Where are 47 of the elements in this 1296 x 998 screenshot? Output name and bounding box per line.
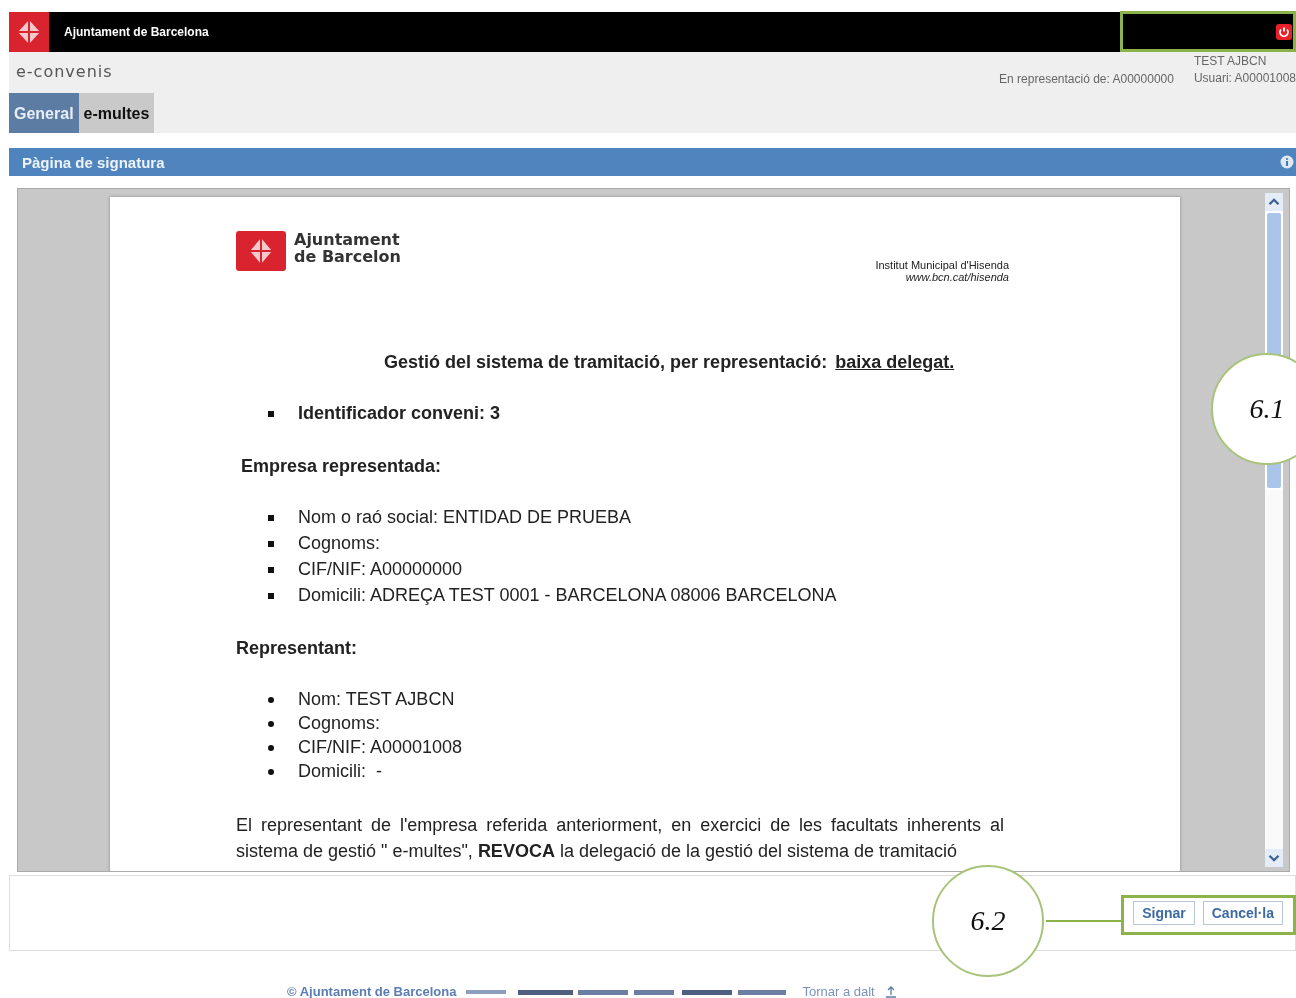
logo-text: Ajuntament — [294, 231, 401, 248]
action-button[interactable]: Cancel·la — [1202, 901, 1283, 925]
bullet-mark — [268, 540, 274, 547]
institute-url: www.bcn.cat/hisenda — [905, 271, 1009, 283]
bullet-mark — [268, 768, 274, 775]
bullet-mark — [268, 514, 274, 521]
action-button[interactable]: Signar — [1133, 901, 1195, 925]
representation-label: En representació de: A00000000 — [999, 72, 1174, 86]
section-subtitle: Representant: — [236, 638, 359, 659]
list-item: Identificador conveni: 3 — [298, 403, 501, 424]
heading-underlined-text: baixa delegat. — [835, 352, 955, 373]
site-title: Ajuntament de Barcelona — [64, 25, 210, 39]
city-shield-logo — [236, 231, 286, 271]
list-item: Nom: TEST AJBCN — [298, 689, 455, 710]
section-title: Pàgina de signatura — [22, 153, 165, 171]
logo-text: de Barcelon — [294, 248, 401, 265]
scroll-down-icon[interactable] — [1265, 849, 1283, 867]
list-item: Nom o raó social: ENTIDAD DE PRUEBA — [298, 507, 632, 528]
copyright-text: © Ajuntament de Barcelona — [287, 985, 457, 998]
bullet-mark — [268, 592, 274, 599]
list-item: Cognoms: — [298, 713, 381, 734]
app-name: e-convenis — [16, 62, 114, 81]
list-item: CIF/NIF: A00001008 — [298, 737, 463, 758]
bullet-mark — [268, 696, 274, 703]
document-heading: Gestió del sistema de tramitació, per representació: — [384, 352, 828, 373]
scroll-up-icon[interactable] — [1265, 193, 1283, 211]
institute-name: Institut Municipal d'Hisenda — [875, 259, 1009, 271]
list-item: Domicili: ADREÇA TEST 0001 - BARCELONA 08006 BARCELONA — [298, 585, 837, 606]
power-icon[interactable] — [1276, 24, 1292, 40]
tab[interactable]: General — [9, 93, 79, 133]
document-paragraph: El representant de l'empresa referida anteriorment, en exercici de les facultats inherents al sistema de gestió " e-multes", REVOCA la delegació de la gestió del sistema de tramitació — [236, 814, 1004, 863]
bullet-mark — [268, 410, 274, 417]
bullet-mark — [268, 720, 274, 727]
user-name: TEST AJBCN — [1193, 54, 1268, 68]
tab[interactable]: e-multes — [78, 93, 155, 133]
list-item: CIF/NIF: A00000000 — [298, 559, 463, 580]
list-item: Cognoms: — [298, 533, 381, 554]
callout-tooltip: 6.2 — [932, 865, 1044, 977]
info-icon[interactable] — [1280, 155, 1294, 169]
back-to-top-link[interactable]: Tornar a dalt — [802, 985, 875, 998]
list-item: Domicili: - — [298, 761, 382, 782]
user-id: Usuari: A00001008 — [1193, 71, 1296, 85]
city-shield-logo — [9, 12, 49, 52]
section-subtitle: Empresa representada: — [241, 456, 443, 477]
up-arrow-icon — [884, 986, 897, 998]
bullet-mark — [268, 744, 274, 751]
bullet-mark — [268, 566, 274, 573]
